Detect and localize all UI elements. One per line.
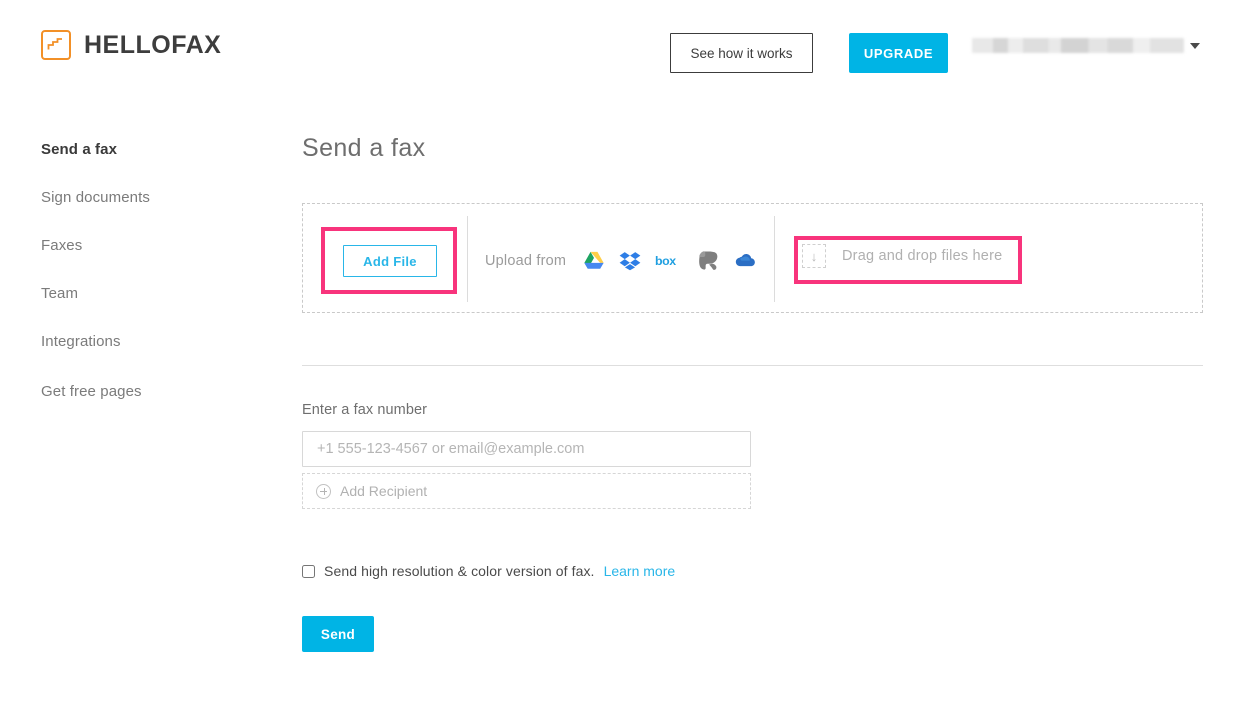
learn-more-link[interactable]: Learn more	[604, 563, 676, 579]
panel-divider-right	[774, 216, 775, 302]
high-resolution-checkbox[interactable]	[302, 564, 315, 578]
evernote-icon[interactable]	[697, 250, 720, 272]
sidebar-item-integrations[interactable]: Integrations	[41, 334, 261, 349]
box-icon[interactable]: box	[655, 252, 683, 270]
add-file-button[interactable]: Add File	[343, 245, 437, 277]
account-name-redacted	[972, 38, 1184, 53]
drag-and-drop-zone[interactable]: ↓ Drag and drop files here	[802, 244, 1002, 268]
chevron-down-icon[interactable]	[1190, 42, 1200, 49]
sidebar-item-send-a-fax[interactable]: Send a fax	[41, 142, 261, 157]
dropbox-icon[interactable]	[619, 251, 641, 271]
onedrive-icon[interactable]	[734, 252, 758, 270]
fax-number-input[interactable]	[302, 431, 751, 467]
high-resolution-label: Send high resolution & color version of …	[324, 563, 595, 579]
fax-form: Enter a fax number Add Recipient Send hi…	[302, 402, 1207, 652]
panel-divider-left	[467, 216, 468, 302]
upload-from-label: Upload from	[485, 253, 567, 269]
file-upload-panel: Add File Upload from box ↓ Drag and drop…	[302, 203, 1203, 313]
main-content: Send a fax Add File Upload from box ↓ Dr…	[302, 136, 1207, 652]
page-title: Send a fax	[302, 134, 426, 162]
google-drive-icon[interactable]	[583, 251, 605, 271]
upgrade-button[interactable]: UPGRADE	[849, 33, 948, 73]
send-button[interactable]: Send	[302, 616, 374, 652]
sidebar-item-faxes[interactable]: Faxes	[41, 238, 261, 253]
sidebar-item-team[interactable]: Team	[41, 286, 261, 301]
plus-circle-icon	[316, 483, 331, 499]
section-divider	[302, 365, 1203, 366]
sidebar-item-get-free-pages[interactable]: Get free pages	[41, 384, 261, 399]
cloud-service-icons: box	[583, 250, 758, 272]
hellofax-logo[interactable]: HELLOFAX	[41, 30, 221, 60]
hellofax-logo-icon	[41, 30, 71, 60]
fax-number-label: Enter a fax number	[302, 402, 428, 418]
sidebar-nav: Send a fax Sign documents Faxes Team Int…	[41, 142, 261, 432]
add-recipient-label: Add Recipient	[340, 483, 428, 499]
arrow-down-icon: ↓	[802, 244, 826, 268]
drop-zone-label: Drag and drop files here	[842, 248, 1003, 264]
add-recipient-button[interactable]: Add Recipient	[302, 473, 751, 509]
sidebar-item-sign-documents[interactable]: Sign documents	[41, 190, 261, 205]
upload-from-group: Upload from box	[485, 250, 758, 272]
hellofax-logo-text: HELLOFAX	[84, 30, 222, 59]
high-resolution-option: Send high resolution & color version of …	[302, 563, 1207, 579]
app-header: HELLOFAX See how it works UPGRADE	[0, 0, 1258, 96]
svg-text:box: box	[655, 254, 676, 268]
see-how-it-works-button[interactable]: See how it works	[670, 33, 813, 73]
account-menu[interactable]	[972, 38, 1200, 53]
